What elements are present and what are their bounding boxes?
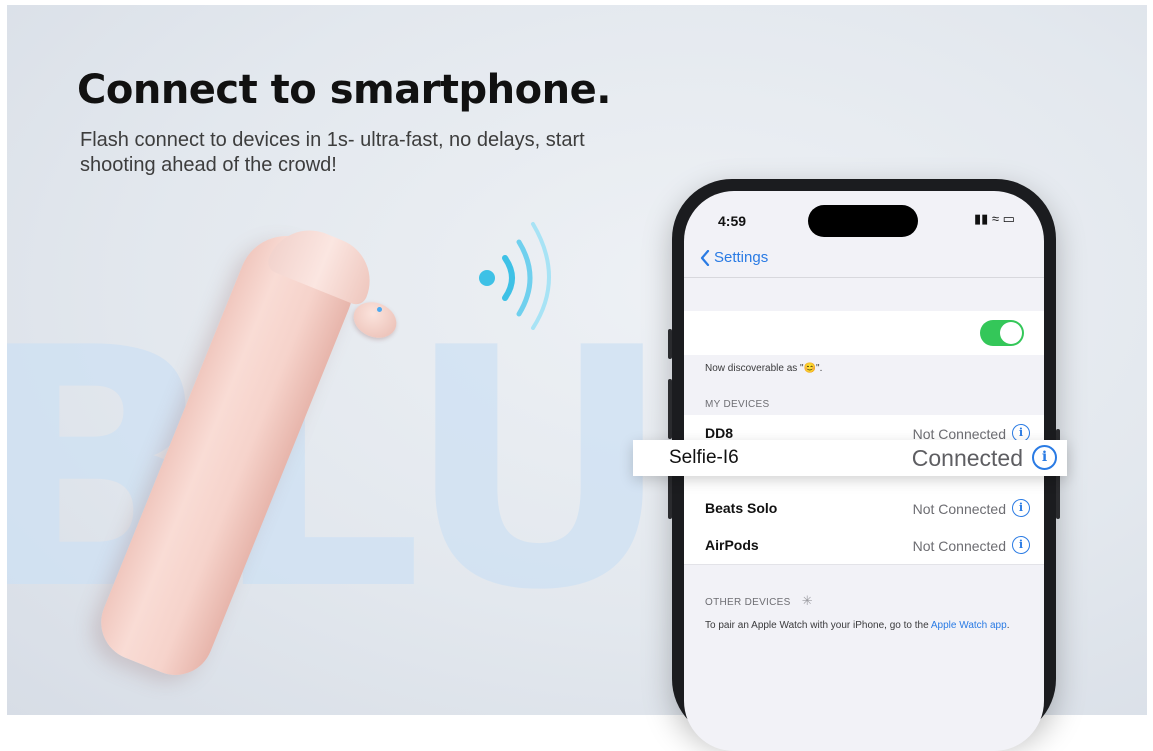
device-status: Not Connected — [912, 538, 1006, 554]
device-name: Beats Solo — [705, 500, 778, 516]
apple-watch-link[interactable]: Apple Watch app — [931, 620, 1007, 631]
device-status: Connected — [911, 445, 1023, 471]
bluetooth-toggle[interactable] — [980, 320, 1024, 346]
phone-volume-up — [668, 379, 672, 439]
remote-led — [377, 307, 382, 312]
back-chevron-icon — [700, 249, 710, 266]
pair-end: . — [1006, 620, 1010, 631]
back-label: Settings — [714, 249, 769, 266]
other-devices-header: OTHER DEVICES ✳ — [705, 593, 813, 609]
my-devices-header: MY DEVICES — [705, 399, 770, 410]
info-icon[interactable]: i — [1012, 499, 1030, 517]
phone-side-button — [668, 329, 672, 359]
device-row[interactable]: AirPods Not Connected i — [684, 527, 1044, 565]
headline: Connect to smartphone. — [77, 67, 611, 113]
nav-divider — [684, 277, 1044, 278]
device-name: DD8 — [705, 425, 734, 441]
device-status: Not Connected — [912, 501, 1006, 517]
info-icon[interactable]: i — [1012, 536, 1030, 554]
spinner-icon: ✳ — [801, 593, 813, 608]
wireless-signal-icon — [479, 222, 551, 330]
discoverable-text: Now discoverable as "😊". — [705, 363, 823, 374]
device-name: AirPods — [705, 537, 759, 553]
bluetooth-toggle-row — [684, 311, 1044, 355]
dynamic-island — [808, 205, 918, 237]
device-row[interactable]: Beats Solo Not Connected i — [684, 490, 1044, 528]
pair-text: To pair an Apple Watch with your iPhone,… — [705, 620, 931, 631]
info-icon[interactable]: i — [1032, 445, 1057, 470]
back-button[interactable]: Settings — [700, 249, 768, 266]
status-icons: ▮▮ ≈ ▭ — [974, 211, 1015, 226]
subline: Flash connect to devices in 1s- ultra-fa… — [80, 129, 585, 176]
highlighted-device-row[interactable]: Selfie-I6 Connected i — [633, 440, 1067, 476]
device-name: Selfie-I6 — [669, 447, 739, 468]
pair-watch-text: To pair an Apple Watch with your iPhone,… — [705, 619, 1020, 632]
status-time: 4:59 — [718, 213, 747, 229]
other-devices-label: OTHER DEVICES — [705, 597, 791, 608]
